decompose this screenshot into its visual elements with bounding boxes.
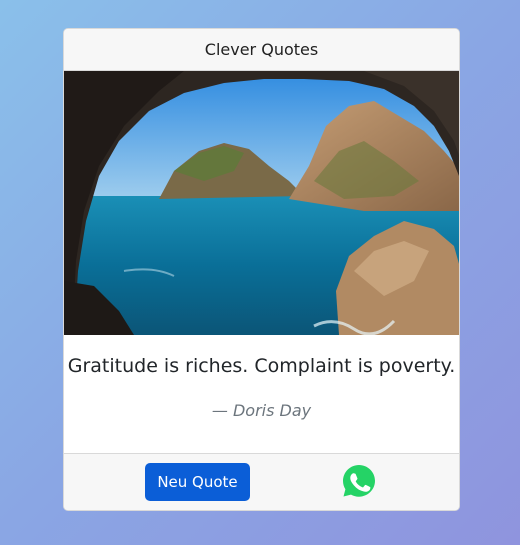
quote-image <box>64 71 459 335</box>
quote-author: — Doris Day <box>211 401 312 420</box>
card-footer: Neu Quote <box>64 453 459 510</box>
new-quote-button[interactable]: Neu Quote <box>145 463 250 501</box>
quote-text: Gratitude is riches. Complaint is povert… <box>67 355 456 377</box>
app-title: Clever Quotes <box>204 40 319 59</box>
quote-card: Clever Quotes Gratitude is riches. Compl… <box>63 28 460 511</box>
whatsapp-icon[interactable] <box>341 463 377 499</box>
card-header: Clever Quotes <box>64 29 459 71</box>
